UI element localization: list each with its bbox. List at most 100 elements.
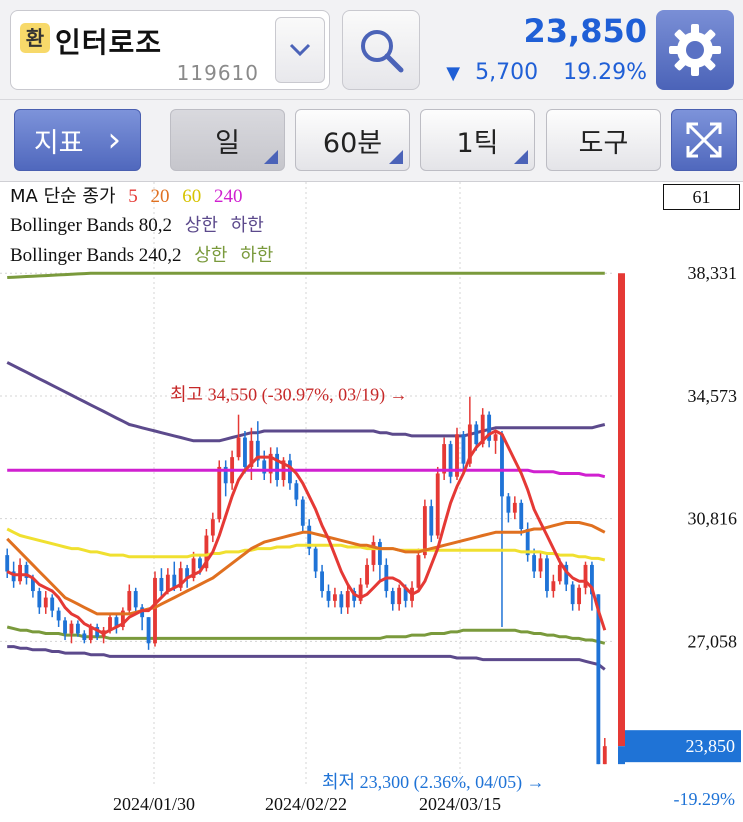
candle-body-down [519, 502, 524, 529]
stock-dropdown-button[interactable] [275, 17, 325, 83]
candle-body-down [377, 542, 382, 565]
candle-body-down [133, 591, 138, 608]
candle-body-up [210, 519, 215, 536]
candle-body-down [326, 591, 331, 601]
settings-button[interactable] [656, 10, 734, 90]
current-range-bar-down [618, 746, 625, 765]
ma-period-60: 60 [182, 186, 202, 207]
candle-body-up [345, 591, 350, 608]
chart-canvas[interactable]: 38,331 34,573 30,816 27,058 2024/01/30 2… [0, 182, 743, 822]
stock-name: 인터로조 [55, 26, 163, 59]
candle-body-down [570, 584, 575, 605]
candle-body-up [365, 564, 369, 585]
candle-body-down [506, 496, 511, 513]
candle-body-down [37, 591, 42, 608]
candle-body-up [538, 558, 543, 572]
candle-body-up [165, 574, 170, 592]
stock-code: 119610 [176, 61, 259, 85]
candle-body-up [397, 587, 402, 605]
candle-body-up [217, 466, 222, 520]
candle-body-down [159, 577, 164, 592]
candle-body-down [146, 617, 151, 644]
x-tick-label: 2024/01/30 [113, 794, 195, 814]
period-day-label: 일 [215, 127, 240, 159]
y-tick-label: 38,331 [688, 263, 738, 283]
dropdown-corner-icon [389, 150, 403, 164]
candle-body-down [198, 558, 202, 569]
ma-legend: MA 단순 종가 5 20 60 240 [10, 182, 243, 208]
candle-body-up [435, 473, 440, 536]
tools-button[interactable]: 도구 [546, 109, 661, 171]
candle-body-up [18, 564, 22, 582]
candle-body-up [577, 587, 582, 605]
candle-body-down [5, 555, 10, 572]
candle-body-down [429, 506, 434, 536]
y-tick-label: 30,816 [688, 509, 738, 529]
chart-toolbar: 지표 › 일 60분 1틱 도구 [0, 100, 743, 182]
chevron-down-icon [289, 43, 311, 57]
bb80-lower-label: 하한 [230, 215, 264, 236]
candle-body-up [153, 577, 157, 644]
low-price-annotation: 최저 23,300 (2.36%, 04/05) → [322, 772, 545, 793]
indicator-label: 지표 [33, 127, 84, 159]
candle-body-up [332, 594, 337, 601]
candle-body-up [422, 506, 427, 556]
candle-body-down [294, 483, 299, 500]
x-tick-label: 2024/02/22 [265, 794, 347, 814]
current-range-bar-up [618, 273, 625, 747]
candle-body-up [43, 597, 48, 608]
candle-body-up [416, 555, 421, 588]
price-chart[interactable]: 38,331 34,573 30,816 27,058 2024/01/30 2… [0, 182, 743, 822]
candle-body-down [50, 597, 55, 611]
search-button[interactable] [342, 10, 420, 90]
price-change: ▼ 5,700 19.29% [446, 60, 647, 85]
indicator-button[interactable]: 지표 › [14, 109, 141, 171]
x-tick-label: 2024/03/15 [419, 794, 501, 814]
candle-body-up [493, 434, 498, 441]
current-price-tag-label: 23,850 [686, 736, 736, 756]
bb240-upper-line [7, 271, 605, 279]
period-tick-label: 1틱 [456, 127, 499, 159]
candle-body-down [474, 424, 479, 445]
candle-body-down [288, 460, 292, 484]
candle-body-down [300, 499, 305, 526]
exchange-badge: 환 [20, 23, 50, 53]
bb240-legend-label: Bollinger Bands 240,2 [10, 245, 182, 266]
stock-header: 환 인터로조 119610 23,850 ▼ 5,700 19.29% [0, 0, 743, 100]
candle-body-down [275, 453, 280, 481]
current-price: 23,850 [523, 12, 647, 50]
change-amount: 5,700 [475, 60, 539, 85]
ma-legend-label: MA 단순 종가 [10, 186, 116, 207]
candle-body-up [512, 502, 517, 513]
stock-selector[interactable]: 환 인터로조 119610 [10, 10, 330, 90]
candle-body-down [532, 555, 537, 572]
bb80-upper-label: 상한 [184, 215, 218, 236]
y-tick-label: 34,573 [688, 386, 738, 406]
tools-label: 도구 [578, 127, 629, 159]
candle-body-down [243, 437, 247, 467]
bb240-legend: Bollinger Bands 240,2 상한 하한 [10, 241, 273, 267]
dropdown-corner-icon [514, 150, 528, 164]
candle-body-down [448, 444, 453, 477]
bb240-lower-label: 하한 [240, 245, 274, 266]
change-percent: 19.29% [563, 60, 647, 85]
expand-icon [686, 122, 722, 158]
candle-body-down [82, 633, 87, 641]
bb80-legend-label: Bollinger Bands 80,2 [10, 215, 173, 236]
current-change-label: -19.29% [674, 789, 736, 809]
candle-body-up [551, 581, 556, 592]
candle-body-down [320, 571, 324, 592]
expand-button[interactable] [671, 109, 737, 171]
candle-body-down [313, 548, 318, 572]
ma-period-240: 240 [214, 186, 243, 207]
candle-body-up [236, 437, 241, 458]
candle-body-down [596, 594, 601, 765]
period-tick-button[interactable]: 1틱 [420, 109, 535, 171]
candle-body-down [56, 610, 61, 621]
candle-body-down [461, 434, 466, 464]
period-minute-button[interactable]: 60분 [295, 109, 410, 171]
chevron-right-icon: › [107, 120, 122, 160]
period-day-button[interactable]: 일 [170, 109, 285, 171]
ma-period-20: 20 [150, 186, 170, 207]
indicator-value-box: 61 [663, 184, 740, 210]
